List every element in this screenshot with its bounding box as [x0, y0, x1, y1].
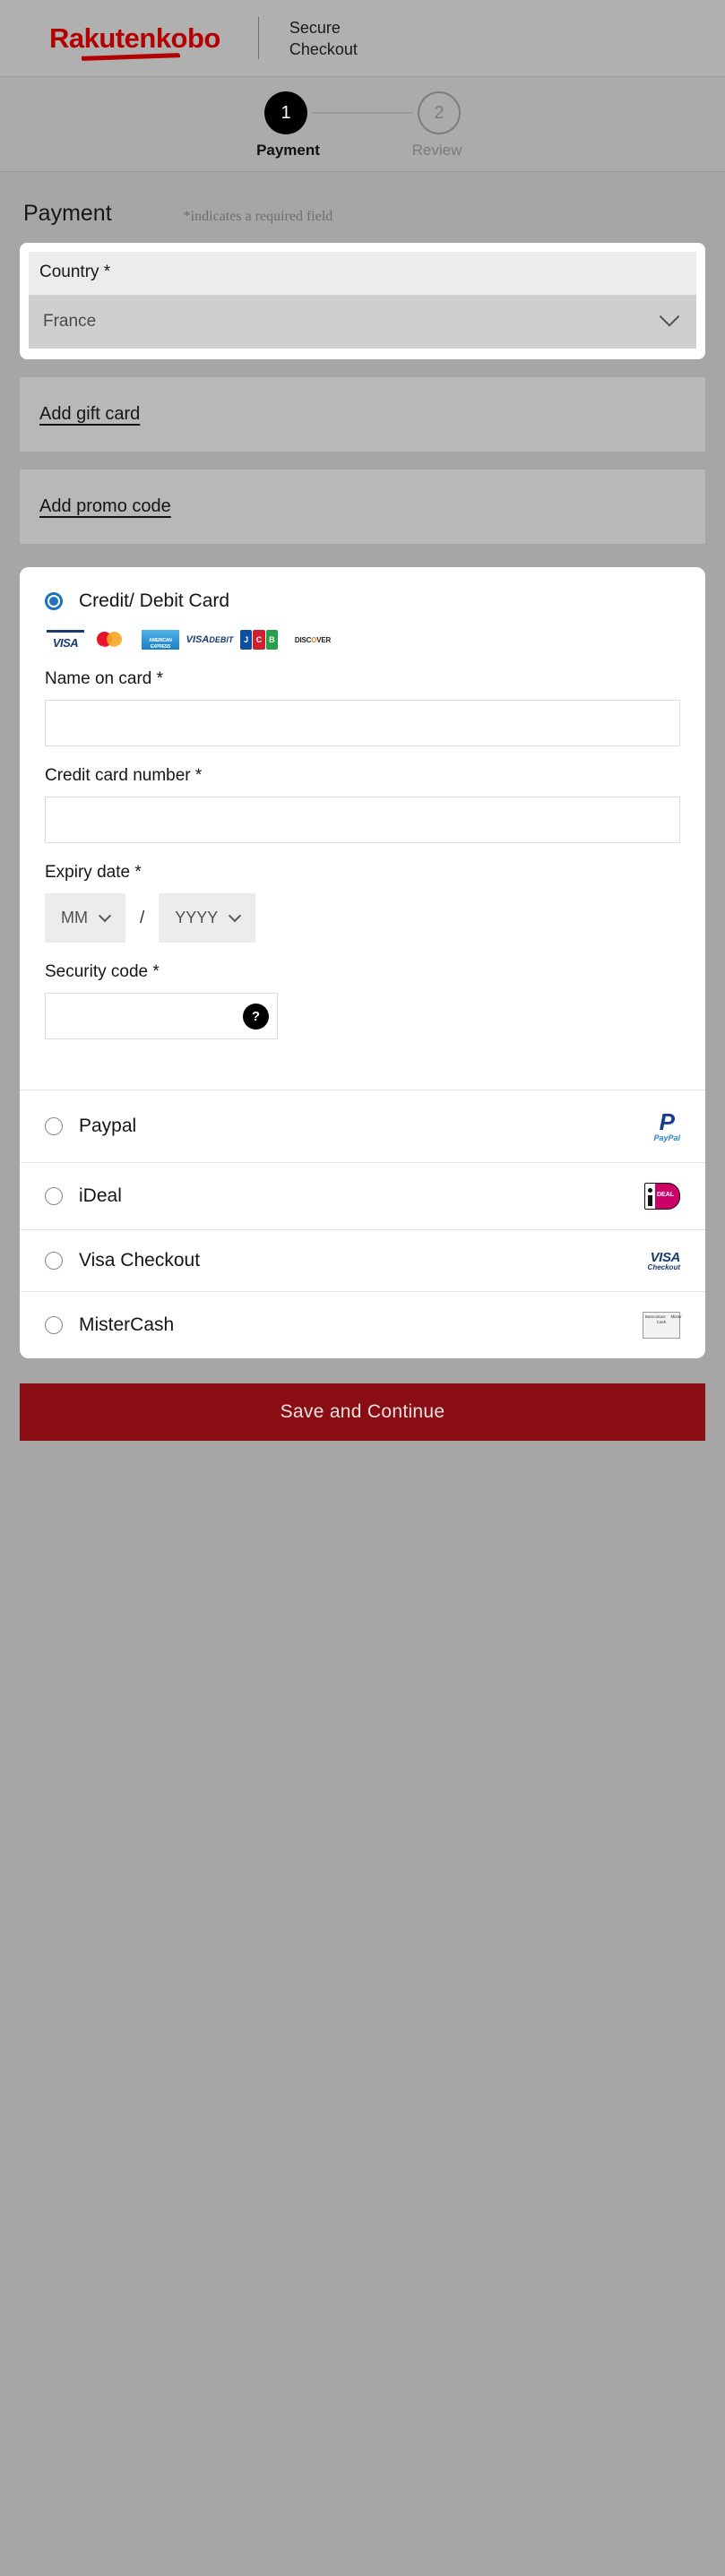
country-label: Country *: [39, 263, 111, 281]
alternate-payment-methods: Paypal PPayPal iDeal DEAL Visa Checkout: [20, 1090, 705, 1358]
header-divider: [257, 17, 259, 59]
chevron-down-icon: [229, 909, 242, 922]
credit-card-option-label: Credit/ Debit Card: [79, 590, 230, 611]
name-on-card-label: Name on card *: [45, 669, 164, 688]
mistercash-radio[interactable]: [45, 1316, 63, 1334]
visa-icon: VISA: [47, 630, 84, 650]
page-header: Rakutenkobo Secure Checkout: [0, 0, 725, 77]
gift-card-panel[interactable]: Add gift card: [20, 377, 705, 452]
expiry-year-value: YYYY: [175, 909, 219, 926]
payment-methods-card: Credit/ Debit Card VISA MasterCard AMERI…: [20, 567, 705, 1358]
payment-section-header: Payment *indicates a required field: [20, 172, 705, 243]
accepted-card-brands: VISA MasterCard AMERICAN EXPRESS VISA DEBI…: [47, 630, 680, 651]
secure-line-1: Secure: [289, 18, 341, 37]
logo-kobo: kobo: [155, 22, 221, 54]
stepper-labels: Payment Review: [0, 142, 725, 159]
logo-rakuten: Rakuten: [49, 22, 156, 54]
expiry-year-select[interactable]: YYYY: [159, 893, 256, 943]
chevron-down-icon: [98, 909, 112, 922]
discover-icon: DISC O VER: [294, 635, 332, 644]
name-on-card-field: Name on card *: [45, 669, 680, 746]
required-field-note: *indicates a required field: [183, 209, 333, 224]
paypal-option[interactable]: Paypal P PayPal: [20, 1090, 705, 1162]
checkout-stepper: 1 2 Payment Review: [0, 77, 725, 172]
amex-icon: AMERICAN EXPRESS: [142, 630, 179, 650]
rakuten-kobo-logo[interactable]: Rakutenkobo: [49, 22, 221, 61]
visa-debit-icon: VISA DEBIT: [186, 634, 234, 645]
visa-checkout-option[interactable]: Visa Checkout VISA Checkout: [20, 1229, 705, 1291]
add-promo-code-link[interactable]: Add promo code: [39, 496, 171, 516]
credit-card-number-label: Credit card number *: [45, 766, 203, 785]
mistercash-label: MisterCash: [79, 1314, 175, 1335]
expiry-month-value: MM: [61, 909, 88, 926]
paypal-logo-icon: P PayPal: [653, 1108, 680, 1142]
secure-line-2: Checkout: [289, 39, 358, 58]
country-select[interactable]: France: [29, 295, 696, 349]
credit-card-number-input[interactable]: [45, 797, 680, 843]
expiry-month-select[interactable]: MM: [45, 893, 125, 943]
checkout-content: Payment *indicates a required field Coun…: [0, 172, 725, 1358]
credit-card-option[interactable]: Credit/ Debit Card: [45, 590, 680, 612]
paypal-radio[interactable]: [45, 1117, 63, 1135]
name-on-card-input[interactable]: [45, 700, 680, 746]
country-selected-value: France: [43, 312, 97, 331]
save-and-continue-button[interactable]: Save and Continue: [20, 1383, 705, 1441]
visa-checkout-label: Visa Checkout: [79, 1250, 201, 1271]
credit-card-radio[interactable]: [45, 592, 63, 610]
step-1-label: Payment: [256, 142, 320, 159]
logo-text: Rakutenkobo: [49, 22, 221, 61]
credit-card-number-field: Credit card number *: [45, 766, 680, 843]
security-code-field: Security code * ?: [45, 962, 680, 1063]
country-label-area: Country *: [29, 252, 696, 295]
step-1-circle[interactable]: 1: [264, 91, 307, 134]
step-2-label: Review: [411, 142, 462, 159]
security-code-label: Security code *: [45, 962, 160, 981]
chevron-down-icon: [659, 306, 680, 327]
page-title: Payment: [23, 201, 112, 226]
mistercash-option[interactable]: MisterCash Bancontact Mister Cash: [20, 1291, 705, 1358]
visa-checkout-radio[interactable]: [45, 1252, 63, 1270]
ideal-label: iDeal: [79, 1185, 122, 1206]
submit-area: Save and Continue: [0, 1358, 725, 1466]
stepper-connector: [312, 112, 413, 114]
ideal-radio[interactable]: [45, 1187, 63, 1205]
stepper-circles: 1 2: [0, 91, 725, 134]
expiry-date-field: Expiry date * MM / YYYY: [45, 863, 680, 943]
secure-checkout-label: Secure Checkout: [289, 17, 358, 60]
credit-card-section: Credit/ Debit Card VISA MasterCard AMERI…: [20, 567, 705, 1063]
checkout-page: Rakutenkobo Secure Checkout 1 2 Payment …: [0, 0, 725, 2576]
help-icon[interactable]: ?: [243, 1004, 269, 1030]
jcb-icon: JCB: [240, 630, 278, 650]
expiry-row: MM / YYYY: [45, 893, 680, 943]
ideal-logo-icon: DEAL: [616, 1183, 680, 1210]
mistercash-logo-icon: Bancontact Mister Cash: [616, 1312, 682, 1339]
country-card: Country * France: [20, 243, 705, 359]
paypal-label: Paypal: [79, 1116, 137, 1136]
expiry-separator: /: [140, 908, 145, 927]
promo-code-panel[interactable]: Add promo code: [20, 470, 705, 544]
visa-checkout-logo-icon: VISA Checkout: [647, 1249, 681, 1271]
add-gift-card-link[interactable]: Add gift card: [39, 404, 140, 424]
mastercard-icon: MasterCard: [94, 630, 132, 651]
step-2-circle[interactable]: 2: [418, 91, 461, 134]
expiry-date-label: Expiry date *: [45, 863, 142, 882]
ideal-option[interactable]: iDeal DEAL: [20, 1162, 705, 1229]
security-code-wrap: ?: [45, 993, 278, 1039]
